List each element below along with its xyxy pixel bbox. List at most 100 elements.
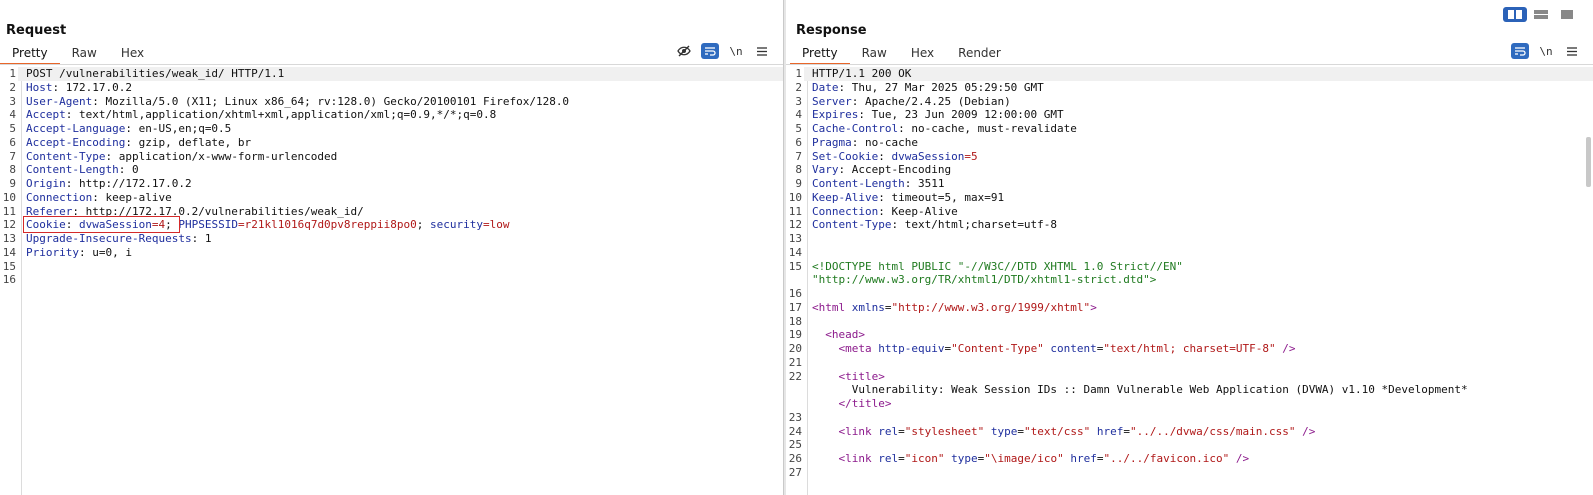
line-number: 13 xyxy=(2,232,16,245)
line-number: 7 xyxy=(9,149,16,163)
wrap-icon[interactable] xyxy=(701,43,719,59)
code-text: <link rel="icon" type="\image/ico" href=… xyxy=(804,452,1593,466)
line-number: 9 xyxy=(9,177,16,190)
code-text: Keep-Alive: timeout=5, max=91 xyxy=(804,191,1593,205)
line-number: 12 xyxy=(2,218,16,232)
code-line: 26 <link rel="icon" type="\image/ico" hr… xyxy=(786,452,1593,466)
request-tab-divider xyxy=(0,64,783,65)
newline-toggle[interactable]: \n xyxy=(727,43,745,59)
code-token: : no-cache xyxy=(851,135,918,149)
code-token: "text/html; charset=UTF-8" xyxy=(1103,342,1276,355)
code-token: Set-Cookie xyxy=(812,149,879,163)
newline-toggle[interactable]: \n xyxy=(1537,43,1555,59)
line-number: 20 xyxy=(788,342,802,355)
code-token: Connection xyxy=(26,190,93,204)
code-token: </title> xyxy=(812,397,892,410)
code-token: = xyxy=(898,452,905,465)
menu-icon[interactable] xyxy=(1563,43,1581,59)
code-line: 4 Expires: Tue, 23 Jun 2009 12:00:00 GMT xyxy=(786,108,1593,122)
code-line: 11 Connection: Keep-Alive xyxy=(786,205,1593,219)
code-line: 10 Connection: keep-alive xyxy=(0,191,783,205)
code-token: : timeout=5, max=91 xyxy=(878,190,1005,204)
code-text: Content-Length: 0 xyxy=(18,163,783,177)
code-token: /> xyxy=(1295,424,1316,438)
line-number: 15 xyxy=(2,259,16,273)
wrap-icon[interactable] xyxy=(1511,43,1529,59)
code-token: : Thu, 27 Mar 2025 05:29:50 GMT xyxy=(838,80,1044,94)
tab-raw[interactable]: Raw xyxy=(60,45,109,65)
tab-pretty[interactable]: Pretty xyxy=(790,45,850,65)
code-token: ; xyxy=(416,218,431,232)
code-line: 14 xyxy=(786,246,1593,260)
response-lines: 1 HTTP/1.1 200 OK 2 Date: Thu, 27 Mar 2025 … xyxy=(786,67,1593,480)
code-token: = xyxy=(1017,424,1024,438)
code-token: href xyxy=(1063,452,1097,465)
code-text: Connection: Keep-Alive xyxy=(804,205,1593,219)
code-line: 22 <title> xyxy=(786,370,1593,384)
code-text: <!DOCTYPE html PUBLIC "-//W3C//DTD XHTML… xyxy=(804,260,1593,274)
code-text: Content-Type: text/html;charset=utf-8 xyxy=(804,218,1593,232)
code-token: : text/html,application/xhtml+xml,applic… xyxy=(65,108,497,122)
menu-icon[interactable] xyxy=(753,43,771,59)
code-token: security xyxy=(430,218,484,232)
line-number: 9 xyxy=(795,177,802,190)
request-title: Request xyxy=(6,23,67,38)
tab-raw[interactable]: Raw xyxy=(850,45,899,65)
code-token: : en-US,en;q=0.5 xyxy=(125,122,232,135)
request-toolbar: \n xyxy=(675,43,771,59)
code-token: > xyxy=(1090,300,1097,314)
vertical-scrollbar[interactable] xyxy=(1586,137,1591,187)
code-text: <title> xyxy=(804,370,1593,384)
code-text: Accept-Language: en-US,en;q=0.5 xyxy=(18,122,783,136)
code-token: <!DOCTYPE html PUBLIC "-//W3C//DTD XHTML… xyxy=(812,259,1183,273)
code-token: Upgrade-Insecure-Requests xyxy=(26,232,192,245)
response-editor[interactable]: 1 HTTP/1.1 200 OK 2 Date: Thu, 27 Mar 2025 … xyxy=(786,67,1593,495)
code-token: = xyxy=(1123,424,1130,438)
code-token: /> xyxy=(1229,452,1250,465)
code-line: 1 HTTP/1.1 200 OK xyxy=(786,67,1593,81)
line-number: 2 xyxy=(9,80,16,94)
code-token: =r21kl1016q7d0pv8reppii8po0 xyxy=(237,218,417,232)
code-line: 15 <!DOCTYPE html PUBLIC "-//W3C//DTD XHT… xyxy=(786,260,1593,274)
code-token: Content-Length xyxy=(26,163,119,177)
line-number: 8 xyxy=(9,163,16,177)
code-token: "text/css" xyxy=(1023,424,1091,438)
code-token: Accept-Encoding xyxy=(26,135,126,149)
code-token: Pragma xyxy=(812,135,852,149)
code-text: Host: 172.17.0.2 xyxy=(18,81,783,95)
line-number xyxy=(786,397,804,411)
code-line: 3 User-Agent: Mozilla/5.0 (X11; Linux x86… xyxy=(0,95,783,109)
code-token: : 3511 xyxy=(904,177,945,190)
tab-pretty[interactable]: Pretty xyxy=(0,45,60,65)
code-token: Vary xyxy=(812,163,839,177)
code-text: Priority: u=0, i xyxy=(18,246,783,260)
code-text: Vulnerability: Weak Session IDs :: Damn … xyxy=(804,383,1593,397)
code-token: : gzip, deflate, br xyxy=(125,135,252,149)
tab-hex[interactable]: Hex xyxy=(899,45,946,65)
line-number: 12 xyxy=(788,218,802,232)
code-line: 27 xyxy=(786,466,1593,480)
tab-hex[interactable]: Hex xyxy=(109,45,156,65)
code-token: : Tue, 23 Jun 2009 12:00:00 GMT xyxy=(858,108,1064,122)
code-text: Origin: http://172.17.0.2 xyxy=(18,177,783,191)
code-token: : 1 xyxy=(191,232,212,245)
code-token: content xyxy=(1043,342,1097,355)
code-token: Vulnerability: Weak Session IDs :: Damn … xyxy=(812,383,1468,397)
code-line: 2 Date: Thu, 27 Mar 2025 05:29:50 GMT xyxy=(786,81,1593,95)
tab-render[interactable]: Render xyxy=(946,45,1013,65)
code-token: PHPSESSID xyxy=(178,218,238,232)
code-line: 16 xyxy=(786,287,1593,301)
eye-slash-icon[interactable] xyxy=(675,43,693,59)
code-text: Set-Cookie: dvwaSession=5 xyxy=(804,150,1593,164)
code-line: 7 Content-Type: application/x-www-form-ur… xyxy=(0,150,783,164)
code-text: <link rel="stylesheet" type="text/css" h… xyxy=(804,425,1593,439)
code-token: : no-cache, must-revalidate xyxy=(898,122,1077,135)
request-editor[interactable]: 1 POST /vulnerabilities/weak_id/ HTTP/1.1… xyxy=(0,67,783,495)
code-text: <html xmlns="http://www.w3.org/1999/xhtm… xyxy=(804,301,1593,315)
code-token: : Apache/2.4.25 (Debian) xyxy=(851,94,1011,108)
line-number: 15 xyxy=(788,259,802,273)
response-toolbar: \n xyxy=(1511,43,1581,59)
